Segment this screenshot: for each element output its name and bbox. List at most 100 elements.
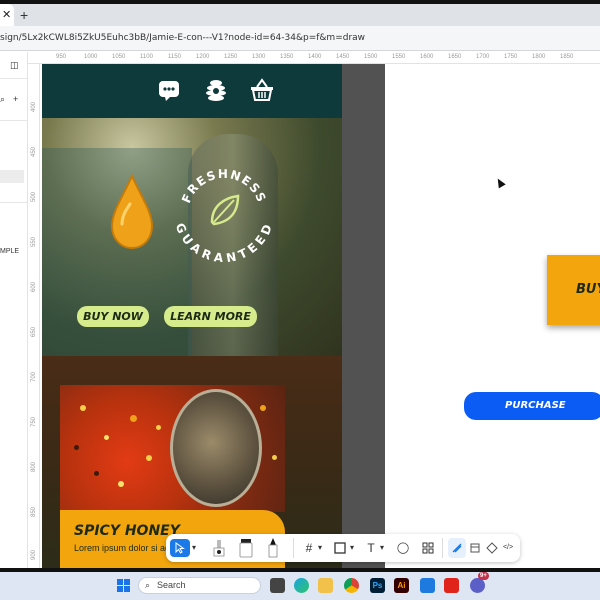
chili-flake — [272, 455, 277, 460]
address-bar[interactable]: sign/5Lx2kCWL8i5ZkU5Euhc3bB/Jamie-E-con-… — [0, 26, 600, 51]
code-view-icon[interactable]: </> — [500, 539, 516, 557]
chili-flake — [80, 405, 86, 411]
purchase-button[interactable]: PURCHASE — [464, 392, 600, 420]
design-frame[interactable]: FRESHNESS GUARANTEED BUY NOW LEARN MORE … — [42, 64, 342, 568]
remote-desktop-icon[interactable] — [420, 578, 435, 593]
badge-bottom-text: GUARANTEED — [174, 221, 274, 262]
honey-drop-icon — [110, 174, 154, 250]
taskbar-search-box[interactable]: ⌕ Search — [138, 577, 261, 594]
buy-card[interactable]: BUY — [547, 255, 600, 325]
buy-now-button[interactable]: BUY NOW — [77, 306, 149, 327]
chevron-down-icon[interactable]: ▾ — [316, 539, 324, 557]
spoon-image — [170, 389, 262, 507]
browser-tab[interactable]: ✕ — [0, 4, 14, 26]
ruler-mark: 850 — [31, 506, 38, 518]
ruler-mark: 1400 — [308, 54, 322, 60]
toolbar-divider — [293, 538, 294, 558]
search-layers-icon[interactable]: ⌕ — [0, 94, 5, 105]
frame-tool-icon[interactable]: # — [302, 539, 316, 557]
move-tool-button[interactable] — [170, 539, 190, 557]
toolbar-divider — [442, 538, 443, 558]
ruler-mark: 1550 — [392, 54, 406, 60]
chili-flake — [74, 445, 79, 450]
ruler-mark: 1750 — [504, 54, 518, 60]
photoshop-icon[interactable]: Ps — [370, 578, 385, 593]
figma-left-panel: ◫ ⌕ + MPLE — [0, 52, 28, 568]
chat-icon[interactable] — [157, 78, 181, 102]
chili-flake — [260, 405, 266, 411]
ruler-mark: 1500 — [364, 54, 378, 60]
close-tab-icon[interactable]: ✕ — [2, 8, 11, 21]
ruler-mark: 400 — [31, 101, 38, 113]
card-title: SPICY HONEY — [74, 523, 180, 539]
chili-flake — [104, 435, 109, 440]
ruler-mark: 1050 — [112, 54, 126, 60]
ruler-mark: 700 — [31, 371, 38, 383]
pen-tool-icon[interactable] — [212, 538, 226, 558]
task-view-icon[interactable] — [270, 578, 285, 593]
new-tab-button[interactable]: + — [20, 7, 28, 23]
ruler-mark: 1800 — [532, 54, 546, 60]
prototype-icon[interactable] — [469, 542, 481, 554]
learn-more-button[interactable]: LEARN MORE — [164, 306, 257, 327]
chili-flake — [94, 471, 99, 476]
ruler-mark: 600 — [31, 281, 38, 293]
frame-navbar — [42, 64, 342, 118]
screen: ✕ + sign/5Lx2kCWL8i5ZkU5Euhc3bB/Jamie-E-… — [0, 0, 600, 600]
chrome-icon[interactable] — [344, 578, 359, 593]
ruler-mark: 1350 — [280, 54, 294, 60]
ruler-mark: 1000 — [84, 54, 98, 60]
text-tool-icon[interactable]: T — [364, 539, 378, 557]
ruler-mark: 450 — [31, 146, 38, 158]
ruler-mark: 1200 — [196, 54, 210, 60]
rectangle-tool-icon[interactable] — [334, 542, 346, 554]
ruler-mark: 1850 — [560, 54, 574, 60]
add-page-icon[interactable]: + — [13, 94, 18, 104]
spicy-honey-product-image — [60, 385, 285, 512]
shopping-basket-icon[interactable] — [250, 78, 274, 102]
ruler-mark: 500 — [31, 191, 38, 203]
file-explorer-icon[interactable] — [318, 578, 333, 593]
buy-card-text: BUY — [576, 282, 600, 297]
ruler-mark: 1650 — [448, 54, 462, 60]
beehive-icon[interactable] — [204, 78, 228, 102]
ruler-mark: 1450 — [336, 54, 350, 60]
teams-icon[interactable]: 9+ — [470, 572, 489, 593]
illustrator-icon[interactable]: Ai — [394, 578, 409, 593]
edge-browser-icon[interactable] — [294, 578, 309, 593]
chili-flake — [156, 425, 161, 430]
tab-bar: ✕ + — [0, 4, 600, 26]
cursor-icon — [175, 542, 185, 554]
ruler-mark: 1300 — [252, 54, 266, 60]
selected-page-row[interactable] — [0, 170, 24, 183]
components-tool-icon[interactable] — [422, 542, 434, 554]
chevron-down-icon[interactable]: ▾ — [348, 539, 356, 557]
layer-item-label[interactable]: MPLE — [0, 248, 19, 255]
design-mode-button[interactable] — [448, 538, 466, 558]
chevron-down-icon[interactable]: ▾ — [378, 539, 386, 557]
marker-tool-icon[interactable] — [266, 537, 280, 559]
panel-divider — [0, 120, 28, 121]
url-text[interactable]: sign/5Lx2kCWL8i5ZkU5Euhc3bB/Jamie-E-con-… — [0, 33, 365, 43]
windows-start-icon[interactable] — [117, 579, 130, 592]
ruler-mark: 1700 — [476, 54, 490, 60]
panel-divider — [0, 78, 28, 79]
vertical-ruler: 400 450 500 550 600 650 700 750 800 850 … — [28, 64, 40, 568]
ruler-mark: 750 — [31, 416, 38, 428]
ruler-mark: 1100 — [140, 54, 153, 60]
teams-notification-badge: 9+ — [478, 572, 489, 580]
ruler-mark: 650 — [31, 326, 38, 338]
design-mode-icon — [452, 543, 462, 553]
freshness-guaranteed-badge: FRESHNESS GUARANTEED — [174, 167, 274, 262]
chili-flake — [146, 455, 152, 461]
chevron-down-icon[interactable]: ▾ — [190, 539, 198, 557]
dev-mode-icon[interactable] — [486, 542, 498, 554]
chili-flake — [130, 415, 137, 422]
acrobat-icon[interactable] — [444, 578, 459, 593]
highlighter-tool-icon[interactable] — [238, 537, 254, 559]
ruler-mark: 950 — [56, 54, 67, 60]
layers-panel-icon[interactable]: ◫ — [10, 60, 19, 71]
figma-toolbar: ▾ # ▾ ▾ T ▾ ◯ </> — [166, 534, 520, 562]
comment-tool-icon[interactable]: ◯ — [396, 539, 410, 557]
ruler-mark: 900 — [31, 549, 38, 561]
